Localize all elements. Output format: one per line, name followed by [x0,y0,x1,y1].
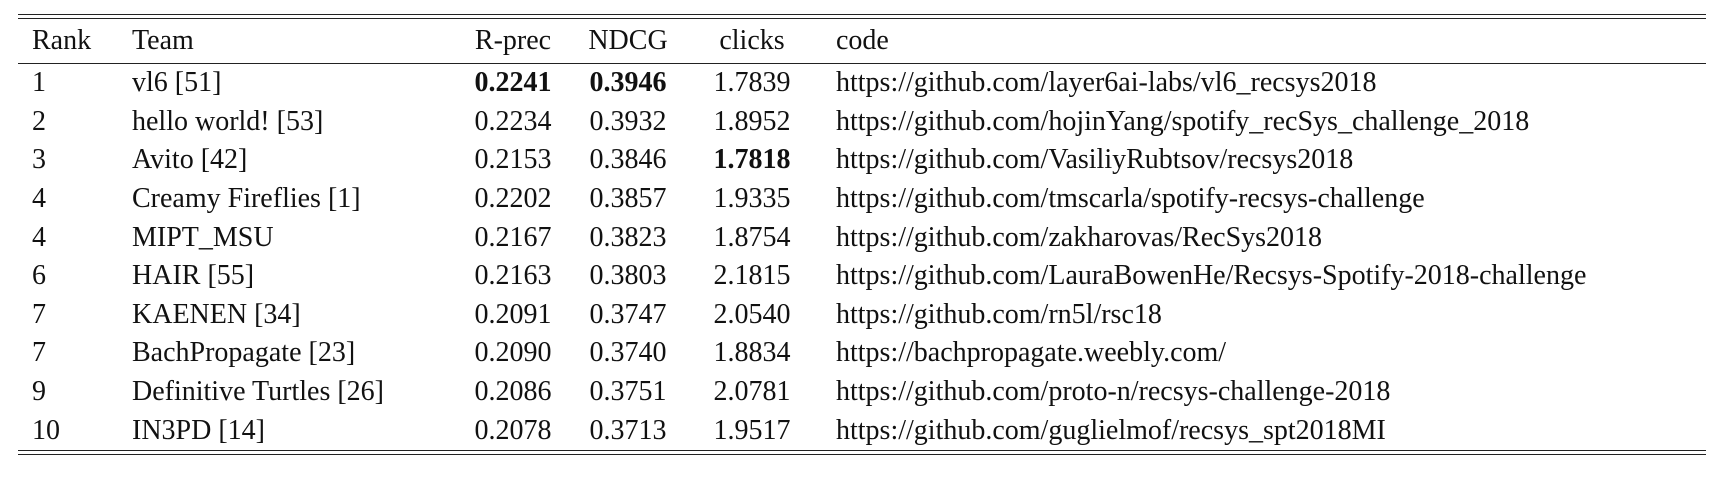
rank-cell: 4 [32,183,46,215]
ndcg-cell: 0.3740 [589,337,667,369]
rprec-cell: 0.2234 [474,105,552,137]
team-cell: BachPropagate [23] [132,337,356,369]
code-url-cell: https://github.com/proto-n/recsys-challe… [836,376,1391,408]
code-url-cell: https://github.com/LauraBowenHe/Recsys-S… [836,260,1587,292]
bottom-rule-inner [18,449,1706,451]
ndcg-cell: 0.3932 [589,105,667,137]
header-clicks: clicks [688,19,816,64]
ndcg-cell: 0.3803 [589,260,667,292]
rprec-cell: 0.2090 [474,337,552,369]
ndcg-cell: 0.3823 [589,221,667,253]
table-row: 10 IN3PD [14] 0.2078 0.3713 1.9517 https… [18,411,1706,450]
team-cell: MIPT_MSU [132,221,274,253]
ndcg-cell-best: 0.3946 [589,67,667,99]
team-cell: hello world! [53] [132,105,324,137]
header-row: Rank Team R-prec NDCG clicks code [18,19,1706,64]
rank-cell: 3 [32,144,46,176]
clicks-cell-best: 1.7818 [713,144,791,176]
code-url-cell: https://github.com/VasiliyRubtsov/recsys… [836,144,1354,176]
header-ndcg: NDCG [568,19,688,64]
team-cell: HAIR [55] [132,260,255,292]
header-code: code [816,19,1706,64]
table-row: 6 HAIR [55] 0.2163 0.3803 2.1815 https:/… [18,257,1706,296]
ndcg-cell: 0.3846 [589,144,667,176]
code-url-cell: https://bachpropagate.weebly.com/ [836,337,1227,369]
clicks-cell: 2.0540 [713,298,791,330]
results-table-container: Rank Team R-prec NDCG clicks code 1 vl6 … [18,14,1706,455]
rank-cell: 7 [32,337,46,369]
clicks-cell: 1.8834 [713,337,791,369]
header-rprec: R-prec [458,19,568,64]
rprec-cell: 0.2086 [474,376,552,408]
table-body: 1 vl6 [51] 0.2241 0.3946 1.7839 https://… [18,64,1706,450]
rprec-cell: 0.2078 [474,414,552,446]
code-url-cell: https://github.com/tmscarla/spotify-recs… [836,183,1425,215]
bottom-rule-outer [18,453,1706,455]
code-url-cell: https://github.com/guglielmof/recsys_spt… [836,414,1386,446]
table-row: 4 Creamy Fireflies [1] 0.2202 0.3857 1.9… [18,180,1706,219]
clicks-cell: 2.0781 [713,376,791,408]
rprec-cell-best: 0.2241 [474,67,552,99]
ndcg-cell: 0.3713 [589,414,667,446]
code-url-cell: https://github.com/layer6ai-labs/vl6_rec… [836,67,1377,99]
table-row: 1 vl6 [51] 0.2241 0.3946 1.7839 https://… [18,64,1706,103]
rank-cell: 4 [32,221,46,253]
rprec-cell: 0.2163 [474,260,552,292]
rank-cell: 9 [32,376,46,408]
rprec-cell: 0.2167 [474,221,552,253]
clicks-cell: 1.9335 [713,183,791,215]
team-cell: vl6 [51] [132,67,222,99]
clicks-cell: 1.8952 [713,105,791,137]
code-url-cell: https://github.com/hojinYang/spotify_rec… [836,105,1530,137]
rprec-cell: 0.2202 [474,183,552,215]
team-cell: Creamy Fireflies [1] [132,183,361,215]
table-row: 9 Definitive Turtles [26] 0.2086 0.3751 … [18,373,1706,412]
rank-cell: 10 [32,414,60,446]
header-rank: Rank [18,19,132,64]
clicks-cell: 1.8754 [713,221,791,253]
rank-cell: 6 [32,260,46,292]
team-cell: KAENEN [34] [132,298,301,330]
table-row: 7 BachPropagate [23] 0.2090 0.3740 1.883… [18,334,1706,373]
code-url-cell: https://github.com/zakharovas/RecSys2018 [836,221,1323,253]
table-row: 7 KAENEN [34] 0.2091 0.3747 2.0540 https… [18,296,1706,335]
table-header: Rank Team R-prec NDCG clicks code [18,19,1706,64]
rank-cell: 7 [32,298,46,330]
header-team: Team [132,19,458,64]
ndcg-cell: 0.3747 [589,298,667,330]
leaderboard-table: Rank Team R-prec NDCG clicks code 1 vl6 … [18,19,1706,450]
ndcg-cell: 0.3857 [589,183,667,215]
team-cell: Definitive Turtles [26] [132,376,384,408]
clicks-cell: 1.7839 [713,67,791,99]
rprec-cell: 0.2091 [474,298,552,330]
rank-cell: 2 [32,105,46,137]
rprec-cell: 0.2153 [474,144,552,176]
clicks-cell: 1.9517 [713,414,791,446]
team-cell: IN3PD [14] [132,414,265,446]
table-row: 2 hello world! [53] 0.2234 0.3932 1.8952… [18,103,1706,142]
clicks-cell: 2.1815 [713,260,791,292]
code-url-cell: https://github.com/rn5l/rsc18 [836,298,1162,330]
ndcg-cell: 0.3751 [589,376,667,408]
table-row: 3 Avito [42] 0.2153 0.3846 1.7818 https:… [18,141,1706,180]
table-row: 4 MIPT_MSU 0.2167 0.3823 1.8754 https://… [18,218,1706,257]
rank-cell: 1 [32,67,46,99]
top-rule-outer [18,14,1706,15]
team-cell: Avito [42] [132,144,248,176]
